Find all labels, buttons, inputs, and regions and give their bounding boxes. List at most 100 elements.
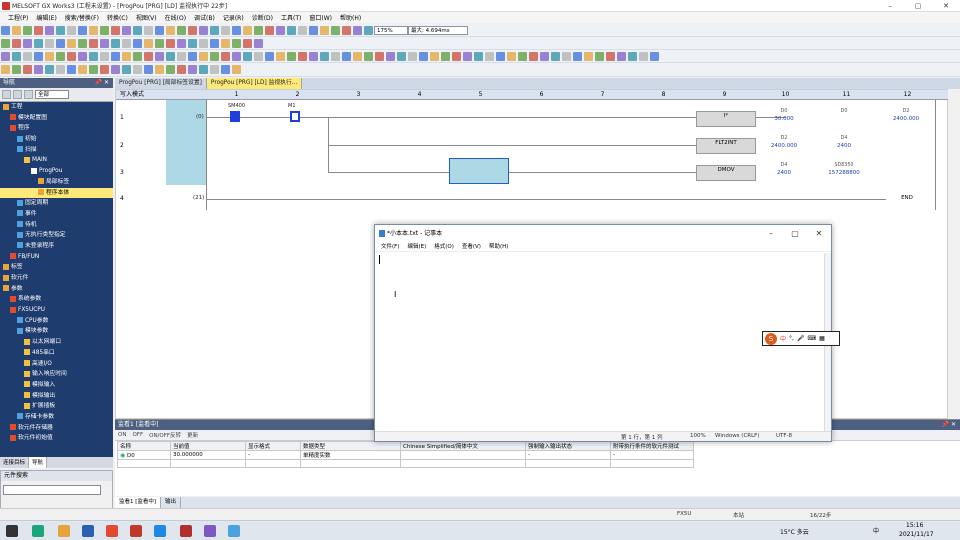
toolbar-icon[interactable] [12,26,21,35]
grid-icon[interactable]: ▦ [819,335,825,342]
toolbar-icon[interactable] [243,26,252,35]
toolbar-icon[interactable] [89,26,98,35]
notepad-menu-item[interactable]: 查看(V) [458,242,485,251]
toolbar-icon[interactable] [177,65,186,74]
instruction-0[interactable]: I* [696,111,756,127]
menu-item[interactable]: 诊断(D) [248,13,277,22]
tree-item[interactable]: 未登录程序 [0,241,113,252]
toolbar-icon[interactable] [243,39,252,48]
watch-tool-button[interactable]: 更新 [187,431,198,439]
maximize-button[interactable]: ▢ [783,225,807,242]
tree-item[interactable]: 初始 [0,134,113,145]
folder-icon[interactable] [58,525,70,537]
tree-item[interactable]: 软元件初始值 [0,433,113,444]
toolbar-icon[interactable] [386,52,395,61]
tree-item[interactable]: MAIN [0,155,113,166]
gxworks-icon[interactable] [180,525,192,537]
tree-item[interactable]: 系统参数 [0,294,113,305]
toolbar-icon[interactable] [452,52,461,61]
edge-icon[interactable] [154,525,166,537]
watch-value[interactable]: 30.000000 [170,450,246,460]
contact-sm400[interactable] [230,111,240,122]
tree-item[interactable]: 无执行类型指定 [0,230,113,241]
toolbar-icon[interactable] [144,39,153,48]
toolbar-icon[interactable] [1,52,10,61]
app-icon-2[interactable] [106,525,118,537]
menu-item[interactable]: 转换(C) [103,13,132,22]
toolbar-icon[interactable] [287,52,296,61]
toolbar-icon[interactable] [320,52,329,61]
toolbar-icon[interactable] [78,52,87,61]
toolbar-icon[interactable] [100,52,109,61]
pin-icon[interactable]: 📌 ✕ [95,78,109,88]
toolbar-icon[interactable] [276,26,285,35]
toolbar-icon[interactable] [133,39,142,48]
toolbar-icon[interactable] [287,26,296,35]
app-icon-1[interactable] [32,525,44,537]
word-icon[interactable] [82,525,94,537]
toolbar-icon[interactable] [441,52,450,61]
toolbar-icon[interactable] [155,65,164,74]
toolbar-icon[interactable] [133,26,142,35]
tree-item[interactable]: 软元件存储器 [0,423,113,434]
notepad-menu-item[interactable]: 编辑(E) [403,242,430,251]
tree-item[interactable]: 模拟输出 [0,391,113,402]
toolbar-icon[interactable] [254,52,263,61]
keyboard-icon[interactable]: ⌨ [807,335,816,342]
toolbar-icon[interactable] [606,52,615,61]
toolbar-icon[interactable] [111,65,120,74]
collapse-icon[interactable] [2,90,11,99]
toolbar-icon[interactable] [34,52,43,61]
tree-item[interactable]: FX5UCPU [0,305,113,316]
toolbar-icon[interactable] [89,39,98,48]
toolbar-icon[interactable] [298,26,307,35]
close-button[interactable]: ✕ [807,225,831,242]
toolbar-icon[interactable] [221,26,230,35]
notepad-menu-item[interactable]: 文件(F) [377,242,403,251]
nav-tab[interactable]: 导航 [29,457,48,468]
notepad-menu-item[interactable]: 帮助(H) [485,242,512,251]
toolbar-icon[interactable] [573,52,582,61]
toolbar-icon[interactable] [34,26,43,35]
toolbar-icon[interactable] [155,39,164,48]
toolbar-icon[interactable] [56,39,65,48]
nav-tab[interactable]: 连接目标 [0,457,30,468]
toolbar-icon[interactable] [111,39,120,48]
toolbar-icon[interactable] [144,65,153,74]
toolbar-icon[interactable] [56,65,65,74]
bottom-tab[interactable]: 输出 [161,497,182,508]
tree-item[interactable]: 程序本体 [0,187,113,199]
toolbar-icon[interactable] [507,52,516,61]
toolbar-icon[interactable] [177,26,186,35]
tree-item[interactable]: 存储卡参数 [0,412,113,423]
menu-item[interactable]: 调试(B) [190,13,219,22]
menu-item[interactable]: 工具(T) [277,13,305,22]
toolbar-icon[interactable] [540,52,549,61]
toolbar-icon[interactable] [485,52,494,61]
toolbar-icon[interactable] [122,26,131,35]
toolbar-icon[interactable] [78,26,87,35]
zoom-combo[interactable]: 175% [374,26,408,35]
tree-item[interactable]: 固定周期 [0,198,113,209]
toolbar-icon[interactable] [34,65,43,74]
tree-item[interactable]: 标签 [0,262,113,273]
tree-item[interactable]: 扩展插板 [0,401,113,412]
toolbar-icon[interactable] [12,65,21,74]
tree-item[interactable]: 以太网端口 [0,337,113,348]
tree-item[interactable]: 485串口 [0,348,113,359]
toolbar-icon[interactable] [551,52,560,61]
toolbar-icon[interactable] [199,65,208,74]
toolbar-icon[interactable] [67,39,76,48]
toolbar-icon[interactable] [518,52,527,61]
watch-tool-button[interactable]: ON [118,432,126,438]
toolbar-icon[interactable] [100,26,109,35]
toolbar-icon[interactable] [309,52,318,61]
toolbar-icon[interactable] [188,52,197,61]
toolbar-icon[interactable] [23,26,32,35]
toolbar-icon[interactable] [232,26,241,35]
end-instruction[interactable]: END [886,191,928,205]
toolbar-icon[interactable] [265,26,274,35]
toolbar-icon[interactable] [331,26,340,35]
tree-item[interactable]: 事件 [0,209,113,220]
toolbar-icon[interactable] [122,65,131,74]
